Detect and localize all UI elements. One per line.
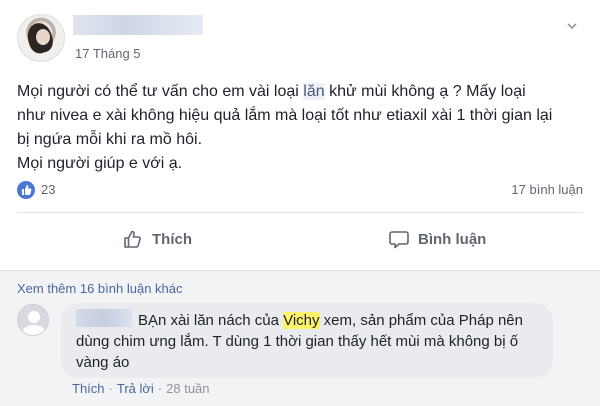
- thumbs-up-icon[interactable]: [17, 181, 35, 199]
- commenter-avatar[interactable]: [17, 304, 49, 336]
- separator-dot: ·: [157, 381, 163, 396]
- divider: [17, 212, 583, 213]
- like-button[interactable]: Thích: [122, 221, 192, 257]
- comment-text: BẠn xài lăn nách của Vichy xem, sản phẩm…: [76, 310, 546, 373]
- view-more-comments-link[interactable]: Xem thêm 16 bình luận khác: [17, 281, 183, 296]
- highlighted-brand: Vichy: [283, 312, 320, 329]
- like-count[interactable]: 23: [41, 182, 55, 197]
- comment-age[interactable]: 28 tuần: [166, 381, 209, 396]
- commenter-name-redacted[interactable]: [76, 309, 132, 327]
- author-avatar[interactable]: [17, 14, 65, 62]
- comment-count-link[interactable]: 17 bình luận: [511, 182, 583, 197]
- thumbs-up-outline-icon: [124, 230, 141, 248]
- comment-button[interactable]: Bình luận: [388, 221, 486, 257]
- hashtag-highlight[interactable]: lăn: [303, 83, 325, 100]
- comment-like-link[interactable]: Thích: [72, 381, 105, 396]
- post-line: Mọi người có thể tư vấn cho em vài loại …: [17, 80, 587, 104]
- post-text-segment: khử mùi không ạ ? Mấy loại: [324, 83, 526, 100]
- comment-reply-link[interactable]: Trả lời: [117, 381, 154, 396]
- comment-actions: Thích · Trả lời · 28 tuần: [72, 381, 210, 396]
- avatar-body: [22, 325, 46, 335]
- like-button-label: Thích: [152, 230, 192, 248]
- post-line: như nivea e xài không hiệu quả lắm mà lo…: [17, 107, 553, 124]
- post-timestamp[interactable]: 17 Tháng 5: [75, 46, 141, 61]
- post-text-segment: Mọi người có thể tư vấn cho em vài loại: [17, 83, 304, 100]
- avatar-head: [28, 311, 40, 323]
- separator-dot: ·: [108, 381, 113, 396]
- avatar-face: [36, 29, 50, 45]
- post-line: Mọi người giúp e với ạ.: [17, 155, 183, 172]
- speech-bubble-icon: [389, 231, 409, 249]
- post-card: 17 Tháng 5 Mọi người có thể tư vấn cho e…: [0, 0, 600, 406]
- author-name-redacted[interactable]: [73, 15, 203, 35]
- post-line: bị ngứa mỗi khi ra mồ hôi.: [17, 131, 203, 148]
- chevron-down-icon[interactable]: [566, 20, 578, 32]
- comment-text-segment: BẠn xài lăn nách của: [138, 312, 284, 329]
- post-body: Mọi người có thể tư vấn cho em vài loại …: [17, 80, 587, 176]
- comment-button-label: Bình luận: [418, 230, 487, 248]
